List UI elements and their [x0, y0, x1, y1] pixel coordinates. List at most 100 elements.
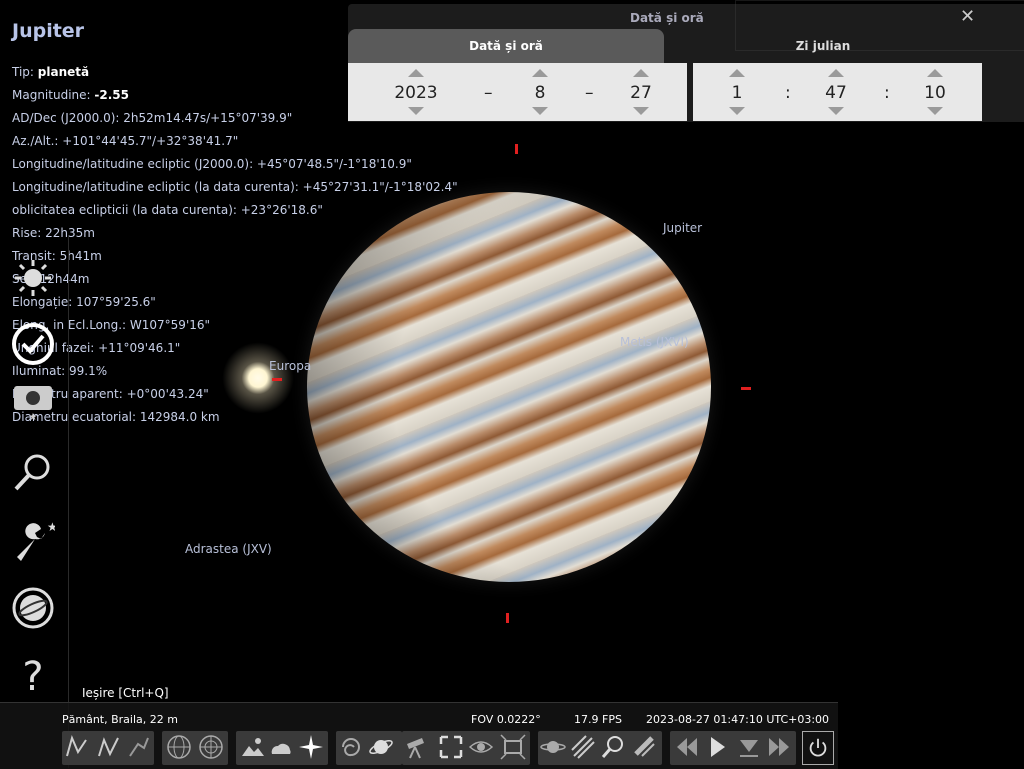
svg-text:?: ?: [22, 654, 43, 696]
day-spinbox[interactable]: 27: [611, 63, 671, 121]
date-time-window: Dată și oră ✕ Dată și oră Zi julian 2023…: [348, 0, 1024, 122]
play-button[interactable]: [702, 731, 732, 763]
sky-display-icon: ★: [14, 386, 52, 422]
frame-icon: [500, 734, 526, 760]
grid-polar-icon: [199, 735, 223, 759]
hour-down-arrow-icon[interactable]: [729, 107, 745, 115]
satellites-button[interactable]: [630, 731, 660, 763]
telescope-button[interactable]: [402, 731, 432, 763]
svg-text:★: ★: [29, 412, 38, 422]
year-spinbox[interactable]: 2023: [386, 63, 446, 121]
bottom-toolbar: Pământ, Braila, 22 m FOV 0.0222° 17.9 FP…: [0, 702, 838, 769]
fast-forward-icon: [769, 738, 789, 756]
info-rise: Rise: 22h35m: [12, 226, 95, 240]
info-illuminated: Iluminat: 99.1%: [12, 364, 108, 378]
meteor-icon: [571, 735, 595, 759]
cardinal-star-icon: [299, 735, 323, 759]
adrastea-label[interactable]: Adrastea (JXV): [185, 542, 272, 556]
telescope-icon: [407, 738, 424, 759]
sky-view-window-button[interactable]: ★: [10, 377, 56, 423]
tab-date-time[interactable]: Dată și oră: [348, 29, 664, 63]
help-icon: ?: [22, 654, 43, 696]
help-window-button[interactable]: ?: [10, 651, 56, 697]
minute-value[interactable]: 47: [806, 83, 866, 103]
month-down-arrow-icon[interactable]: [532, 107, 548, 115]
constellation-labels-icon: [98, 737, 119, 757]
date-separator: –: [484, 83, 493, 103]
constellation-lines-button[interactable]: [62, 731, 92, 763]
datetime-status[interactable]: 2023-08-27 01:47:10 UTC+03:00: [646, 713, 829, 726]
planet-icon: [369, 740, 393, 754]
location-status[interactable]: Pământ, Braila, 22 m: [62, 713, 178, 726]
exit-tooltip: Ieșire [Ctrl+Q]: [82, 686, 169, 700]
rewind-button[interactable]: [672, 731, 702, 763]
location-window-button[interactable]: [10, 255, 56, 301]
cardinal-points-button[interactable]: [296, 731, 326, 763]
fov-status: FOV 0.0222°: [471, 713, 541, 726]
second-up-arrow-icon[interactable]: [927, 69, 943, 77]
play-icon: [711, 737, 725, 757]
full-screen-button[interactable]: [436, 731, 466, 763]
info-transit: Transit: 5h41m: [12, 249, 102, 263]
year-down-arrow-icon[interactable]: [408, 107, 424, 115]
nebulae-button[interactable]: [336, 731, 366, 763]
month-up-arrow-icon[interactable]: [532, 69, 548, 77]
atmosphere-button[interactable]: [266, 731, 296, 763]
eye-icon: [468, 741, 494, 753]
object-title: Jupiter: [12, 20, 85, 42]
constellation-art-button[interactable]: [124, 731, 154, 763]
search-icon: [14, 454, 50, 491]
set-time-now-button[interactable]: [734, 731, 764, 763]
zoom-search-icon: [601, 736, 623, 758]
search-window-button[interactable]: [10, 450, 56, 496]
time-separator: :: [884, 83, 890, 103]
power-icon: [809, 738, 827, 757]
hour-up-arrow-icon[interactable]: [729, 69, 745, 77]
constellation-labels-button[interactable]: [94, 731, 124, 763]
metis-label[interactable]: Metis (JXVI): [620, 335, 689, 349]
close-button[interactable]: ✕: [960, 6, 975, 27]
second-down-arrow-icon[interactable]: [927, 107, 943, 115]
day-down-arrow-icon[interactable]: [633, 107, 649, 115]
constellation-art-icon: [129, 737, 149, 757]
selection-marker-bottom: [506, 613, 509, 623]
quit-button[interactable]: [802, 731, 834, 765]
hour-value[interactable]: 1: [707, 83, 767, 103]
minute-up-arrow-icon[interactable]: [828, 69, 844, 77]
time-spinbox-group: 1 : 47 : 10: [693, 63, 982, 121]
planet-hints-button[interactable]: [538, 731, 568, 763]
astrocalc-window-button[interactable]: [10, 585, 56, 631]
month-spinbox[interactable]: 8: [510, 63, 570, 121]
clock-icon: [12, 323, 54, 365]
search-sky-button[interactable]: [598, 731, 628, 763]
planets-labels-button[interactable]: [366, 731, 396, 763]
hour-spinbox[interactable]: 1: [707, 63, 767, 121]
window-title: Dată și oră: [630, 11, 704, 25]
equatorial-grid-button[interactable]: [164, 731, 194, 763]
grid-globe-icon: [167, 735, 191, 759]
year-value[interactable]: 2023: [386, 83, 446, 103]
day-up-arrow-icon[interactable]: [633, 69, 649, 77]
date-spinbox-group: 2023 – 8 – 27: [348, 63, 687, 121]
sensor-frame-button[interactable]: [498, 731, 528, 763]
settings-icon: ★: [17, 520, 55, 561]
day-value[interactable]: 27: [611, 83, 671, 103]
tab-julian-day[interactable]: Zi julian: [693, 29, 953, 63]
info-set: Set: 12h44m: [12, 272, 90, 286]
second-spinbox[interactable]: 10: [905, 63, 965, 121]
configuration-window-button[interactable]: ★: [10, 518, 56, 564]
meteor-showers-button[interactable]: [568, 731, 598, 763]
info-equatorial-diameter: Diametru ecuatorial: 142984.0 km: [12, 410, 220, 424]
year-up-arrow-icon[interactable]: [408, 69, 424, 77]
minute-spinbox[interactable]: 47: [806, 63, 866, 121]
azimuthal-grid-button[interactable]: [196, 731, 226, 763]
second-value[interactable]: 10: [905, 83, 965, 103]
date-time-window-button[interactable]: [10, 321, 56, 367]
landscape-icon: [242, 738, 264, 756]
night-mode-button[interactable]: [466, 731, 496, 763]
jupiter-label[interactable]: Jupiter: [663, 221, 702, 235]
month-value[interactable]: 8: [510, 83, 570, 103]
ground-button[interactable]: [238, 731, 268, 763]
minute-down-arrow-icon[interactable]: [828, 107, 844, 115]
fast-forward-button[interactable]: [764, 731, 794, 763]
